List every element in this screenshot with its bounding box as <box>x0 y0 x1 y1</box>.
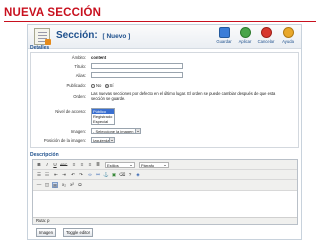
admin-panel: Sección: [ Nuevo ] Guardar Aplicar Cance… <box>27 24 302 240</box>
image-insert-icon[interactable]: ▣ <box>111 172 117 178</box>
align-left-icon[interactable]: ≡ <box>71 162 77 168</box>
published-no-radio[interactable] <box>91 83 95 88</box>
visual-aid-icon[interactable]: ⊞ <box>52 182 58 188</box>
published-yes-radio[interactable] <box>104 83 109 88</box>
cancel-icon <box>260 27 272 38</box>
image-position-value: Izquierda <box>93 138 110 143</box>
help-label: Ayuda <box>282 39 294 44</box>
format-select-value: Párrafo <box>141 163 155 168</box>
alias-input[interactable] <box>91 72 183 78</box>
rich-text-editor: B I U ABC ≡ ≡ ≡ ≣ Estilos Párrafo ☰ ☷ ⇤ … <box>32 159 298 225</box>
published-label: Publicado: <box>66 83 86 88</box>
apply-icon <box>239 27 251 38</box>
alias-label: Alias: <box>75 73 86 78</box>
order-description: Las nuevas secciones por defecto en el ú… <box>91 91 276 102</box>
access-option-special[interactable]: Especial <box>92 119 114 124</box>
chevron-down-icon <box>135 129 140 133</box>
italic-button[interactable]: I <box>44 162 50 168</box>
toggle-editor-button[interactable]: Toggle editor <box>63 228 93 237</box>
image-select[interactable]: - Seleccione la imagen - <box>91 128 141 134</box>
help-editor-icon[interactable]: ? <box>127 172 133 178</box>
html-source-icon[interactable]: ◈ <box>135 172 141 178</box>
styles-select-value: Estilos <box>107 163 119 168</box>
help-button[interactable]: Ayuda <box>277 27 299 48</box>
bold-button[interactable]: B <box>36 162 42 168</box>
indent-icon[interactable]: ⇥ <box>61 172 67 178</box>
editor-toolbar-row-3: — ◫ ⊞ x₂ x² Ω <box>33 180 297 191</box>
editor-content-area[interactable] <box>33 191 297 217</box>
page-title-text: Sección: <box>56 30 98 41</box>
image-label: Imagen: <box>70 129 86 134</box>
editor-path-bar: Ruta: p <box>33 217 297 224</box>
link-icon[interactable]: ∞ <box>87 172 93 178</box>
image-select-value: - Seleccione la imagen - <box>93 129 136 134</box>
styles-select[interactable]: Estilos <box>105 162 135 168</box>
save-button[interactable]: Guardar <box>213 27 235 48</box>
image-button[interactable]: Imagen <box>36 228 56 237</box>
unlink-icon[interactable]: ⚯ <box>95 172 101 178</box>
apply-button[interactable]: Aplicar <box>234 27 256 48</box>
subscript-icon[interactable]: x₂ <box>61 182 67 188</box>
align-justify-icon[interactable]: ≣ <box>95 162 101 168</box>
title-input[interactable] <box>91 63 183 69</box>
bullet-list-icon[interactable]: ☰ <box>36 172 42 178</box>
underline-button[interactable]: U <box>52 162 58 168</box>
redo-icon[interactable]: ↷ <box>78 172 84 178</box>
align-center-icon[interactable]: ≡ <box>79 162 85 168</box>
page-title-tag: [ Nuevo ] <box>102 33 131 40</box>
published-options: No Sí <box>91 83 114 88</box>
image-position-label: Posición de la imagen: <box>43 138 86 143</box>
align-right-icon[interactable]: ≡ <box>87 162 93 168</box>
image-position-select[interactable]: Izquierda <box>91 137 115 143</box>
description-legend: Descripción <box>30 152 59 158</box>
cleanup-icon[interactable]: ⌫ <box>119 172 126 178</box>
apply-label: Aplicar <box>238 39 252 44</box>
undo-icon[interactable]: ↶ <box>70 172 76 178</box>
slide-title: NUEVA SECCIÓN <box>4 7 102 19</box>
chevron-down-icon <box>163 163 168 167</box>
order-label: Orden: <box>73 94 86 99</box>
details-legend: Detalles <box>30 45 50 51</box>
save-icon <box>218 27 230 38</box>
access-level-listbox[interactable]: Público Registrado Especial <box>91 108 115 125</box>
save-label: Guardar <box>216 39 232 44</box>
title-label: Título: <box>74 64 86 69</box>
help-icon <box>282 27 294 38</box>
strikethrough-button[interactable]: ABC <box>60 162 67 168</box>
anchor-icon[interactable]: ⚓ <box>103 172 109 178</box>
cancel-label: Cancelar <box>257 39 275 44</box>
section-article-icon <box>34 28 51 45</box>
page-title: Sección: [ Nuevo ] <box>56 30 130 41</box>
editor-toolbar-row-1: B I U ABC ≡ ≡ ≡ ≣ Estilos Párrafo <box>33 160 297 170</box>
superscript-icon[interactable]: x² <box>69 182 75 188</box>
published-no-label: No <box>96 83 102 88</box>
horizontal-rule-icon[interactable]: — <box>36 182 42 188</box>
remove-format-icon[interactable]: ◫ <box>44 182 50 188</box>
special-char-icon[interactable]: Ω <box>77 182 83 188</box>
title-underline <box>4 21 316 23</box>
chevron-down-icon <box>129 163 134 167</box>
toolbar: Sección: [ Nuevo ] Guardar Aplicar Cance… <box>28 25 301 49</box>
numbered-list-icon[interactable]: ☷ <box>44 172 50 178</box>
published-yes-label: Sí <box>109 83 114 88</box>
scope-label: Ámbito: <box>71 55 86 60</box>
chevron-down-icon <box>109 138 114 142</box>
editor-toolbar-row-2: ☰ ☷ ⇤ ⇥ ↶ ↷ ∞ ⚯ ⚓ ▣ ⌫ ? ◈ <box>33 170 297 180</box>
access-level-label: Nivel de acceso: <box>55 109 86 114</box>
outdent-icon[interactable]: ⇤ <box>53 172 59 178</box>
cancel-button[interactable]: Cancelar <box>255 27 277 48</box>
format-select[interactable]: Párrafo <box>139 162 169 168</box>
scope-value: content <box>91 55 107 60</box>
